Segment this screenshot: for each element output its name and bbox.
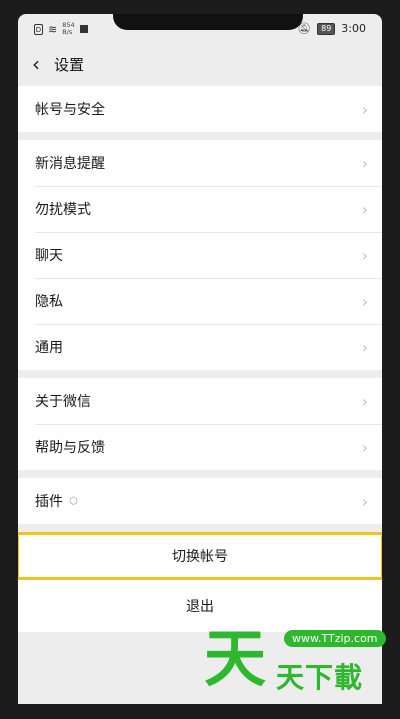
watermark-url: www.TTzip.com: [284, 630, 386, 647]
chevron-right-icon: ›: [361, 153, 368, 173]
settings-item-general[interactable]: 通用 ›: [18, 324, 382, 370]
settings-item-do-not-disturb[interactable]: 勿扰模式 ›: [18, 186, 382, 232]
logout-label: 退出: [186, 599, 214, 615]
chevron-right-icon: ›: [361, 291, 368, 311]
battery-level: 89: [317, 22, 336, 35]
settings-group-plugins: 插件 ⬡ ›: [18, 478, 382, 524]
chevron-right-icon: ›: [361, 391, 368, 411]
settings-item-label: 插件: [35, 494, 63, 510]
sim-card-icon: D: [34, 23, 43, 35]
page-title: 设置: [54, 55, 85, 74]
network-speed: 854 B/s: [62, 22, 74, 36]
settings-item-label: 隐私: [35, 294, 63, 310]
settings-item-label: 帐号与安全: [35, 102, 105, 118]
settings-item-new-message[interactable]: 新消息提醒 ›: [18, 140, 382, 186]
settings-item-plugins[interactable]: 插件 ⬡ ›: [18, 478, 382, 524]
back-arrow-icon[interactable]: ‹: [18, 42, 54, 86]
camera-notch: [113, 14, 303, 30]
chevron-right-icon: ›: [361, 491, 368, 511]
switch-account-label: 切换帐号: [172, 549, 228, 565]
settings-item-label: 关于微信: [35, 394, 91, 410]
settings-item-label-wrap: 插件 ⬡: [35, 491, 78, 511]
phone-frame: D ≋ 854 B/s 🔕︎ 89 3:00 ‹ 设置 帐号与安全 › 新消息提…: [0, 0, 400, 719]
wifi-icon: ≋: [48, 22, 58, 36]
chevron-right-icon: ›: [361, 437, 368, 457]
settings-item-label: 帮助与反馈: [35, 440, 105, 456]
settings-item-help-feedback[interactable]: 帮助与反馈 ›: [18, 424, 382, 470]
settings-item-label: 新消息提醒: [35, 156, 105, 172]
watermark-big-char: 天: [204, 622, 267, 695]
settings-item-chat[interactable]: 聊天 ›: [18, 232, 382, 278]
settings-item-account-security[interactable]: 帐号与安全 ›: [18, 86, 382, 132]
watermark-logo: 天 www.TTzip.com 天下載: [204, 622, 386, 696]
chevron-right-icon: ›: [361, 337, 368, 357]
screen: D ≋ 854 B/s 🔕︎ 89 3:00 ‹ 设置 帐号与安全 › 新消息提…: [18, 14, 382, 704]
settings-item-about[interactable]: 关于微信 ›: [18, 378, 382, 424]
chevron-right-icon: ›: [361, 99, 368, 119]
settings-group-general: 新消息提醒 › 勿扰模式 › 聊天 › 隐私 › 通用 ›: [18, 140, 382, 370]
settings-item-privacy[interactable]: 隐私 ›: [18, 278, 382, 324]
settings-group-account: 帐号与安全 ›: [18, 86, 382, 132]
nav-header: ‹ 设置: [18, 42, 382, 86]
plugin-icon: ⬡: [69, 495, 78, 507]
settings-group-about: 关于微信 › 帮助与反馈 ›: [18, 378, 382, 470]
settings-item-label: 勿扰模式: [35, 202, 91, 218]
settings-item-label: 聊天: [35, 248, 63, 264]
notification-icon: [79, 25, 88, 33]
switch-account-button[interactable]: 切换帐号: [18, 532, 382, 580]
watermark-text: 天下載: [276, 661, 364, 694]
speed-unit: B/s: [62, 28, 73, 36]
chevron-right-icon: ›: [361, 245, 368, 265]
settings-list: 帐号与安全 › 新消息提醒 › 勿扰模式 › 聊天 › 隐私 › 通用 › 关于…: [18, 86, 382, 632]
logout-button[interactable]: 退出: [18, 580, 382, 632]
settings-item-label: 通用: [35, 340, 63, 356]
status-time: 3:00: [341, 22, 366, 35]
chevron-right-icon: ›: [361, 199, 368, 219]
